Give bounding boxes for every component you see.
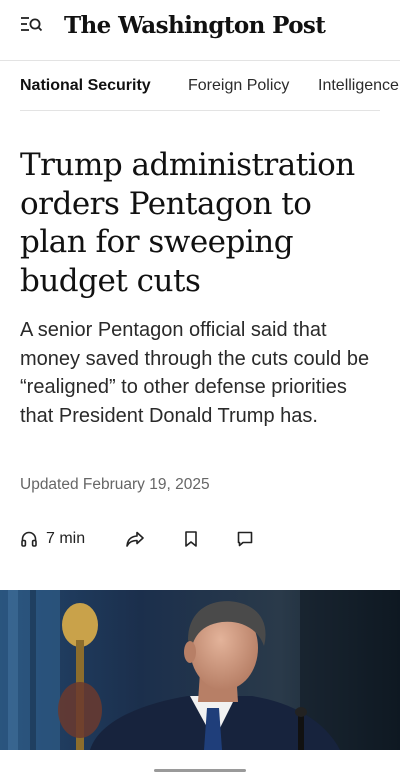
article-dek: A senior Pentagon official said that mon… xyxy=(20,319,370,427)
system-navigation-bar xyxy=(0,750,400,780)
bookmark-button[interactable] xyxy=(183,524,199,554)
headphones-icon xyxy=(21,531,37,547)
article-headline: Trump administration orders Pentagon to … xyxy=(20,147,355,299)
top-bar: The Washington Post xyxy=(0,0,400,56)
comments-button[interactable] xyxy=(236,524,254,554)
comment-icon xyxy=(237,531,253,547)
tab-national-security[interactable]: National Security xyxy=(20,61,151,111)
share-icon xyxy=(126,531,144,547)
updated-timestamp: Updated February 19, 2025 xyxy=(20,476,210,493)
tab-foreign-policy[interactable]: Foreign Policy xyxy=(188,61,289,111)
tab-intelligence[interactable]: Intelligence xyxy=(318,61,399,111)
home-gesture-handle[interactable] xyxy=(154,769,246,772)
listen-button[interactable]: 7 min xyxy=(20,524,85,554)
article-lead-photo[interactable] xyxy=(0,590,400,750)
article-actions: 7 min xyxy=(20,524,280,554)
site-logo[interactable]: The Washington Post xyxy=(64,8,326,44)
tabs-divider xyxy=(20,110,380,111)
menu-search-icon xyxy=(21,17,43,32)
bookmark-icon xyxy=(185,531,197,547)
listen-duration: 7 min xyxy=(46,530,86,547)
menu-search-button[interactable] xyxy=(20,14,44,36)
photo-scene xyxy=(0,590,400,750)
share-button[interactable] xyxy=(125,524,145,554)
section-tabs: National Security Foreign Policy Intelli… xyxy=(0,61,400,111)
